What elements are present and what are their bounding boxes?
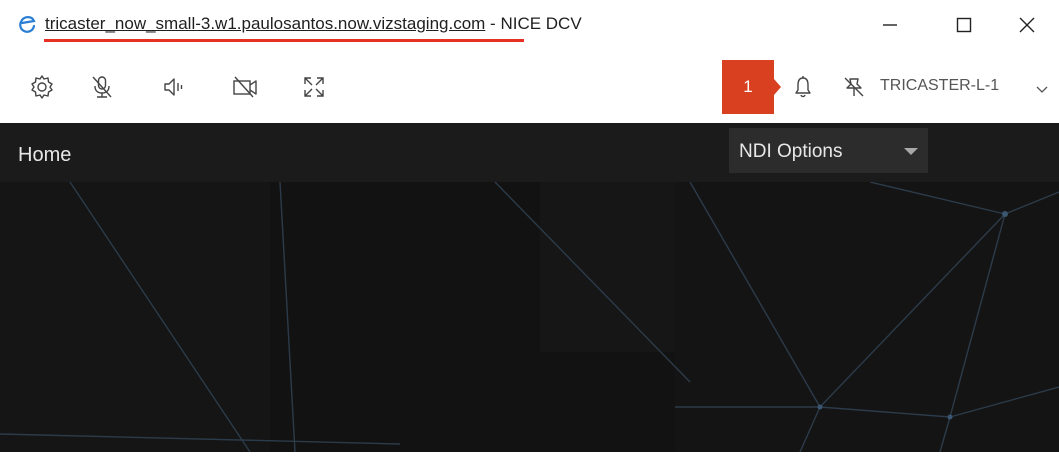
network-background xyxy=(0,181,1059,453)
pin-off-icon[interactable] xyxy=(840,73,868,101)
minimize-icon xyxy=(883,24,897,26)
close-icon xyxy=(1019,17,1035,33)
camera-off-icon[interactable] xyxy=(231,73,259,101)
badge-pointer xyxy=(774,79,781,95)
maximize-icon xyxy=(956,17,972,33)
ndi-options-label: NDI Options xyxy=(739,141,843,162)
notification-count-badge[interactable]: 1 xyxy=(722,60,774,114)
caret-down-icon xyxy=(904,148,918,155)
app-canvas xyxy=(0,181,1059,453)
page-title: Home xyxy=(18,144,72,166)
fullscreen-icon[interactable] xyxy=(300,73,328,101)
edge-icon xyxy=(14,10,40,36)
bell-icon[interactable] xyxy=(789,73,817,101)
window-title-url: tricaster_now_small-3.w1.paulosantos.now… xyxy=(45,14,486,33)
chevron-down-icon[interactable] xyxy=(1028,75,1056,103)
close-button[interactable] xyxy=(995,0,1059,50)
maximize-button[interactable] xyxy=(932,0,996,50)
window-title: tricaster_now_small-3.w1.paulosantos.now… xyxy=(45,14,582,34)
gear-icon[interactable] xyxy=(28,73,56,101)
server-name[interactable]: TRICASTER-L-1 xyxy=(880,77,999,95)
microphone-muted-icon[interactable] xyxy=(88,73,116,101)
window-titlebar: tricaster_now_small-3.w1.paulosantos.now… xyxy=(0,0,1059,50)
speaker-icon[interactable] xyxy=(160,73,188,101)
window-title-separator: - xyxy=(485,14,501,33)
window-title-app: NICE DCV xyxy=(500,14,582,33)
ndi-options-select[interactable]: NDI Options xyxy=(729,128,928,173)
minimize-button[interactable] xyxy=(858,0,922,50)
annotation-underline xyxy=(44,39,524,42)
